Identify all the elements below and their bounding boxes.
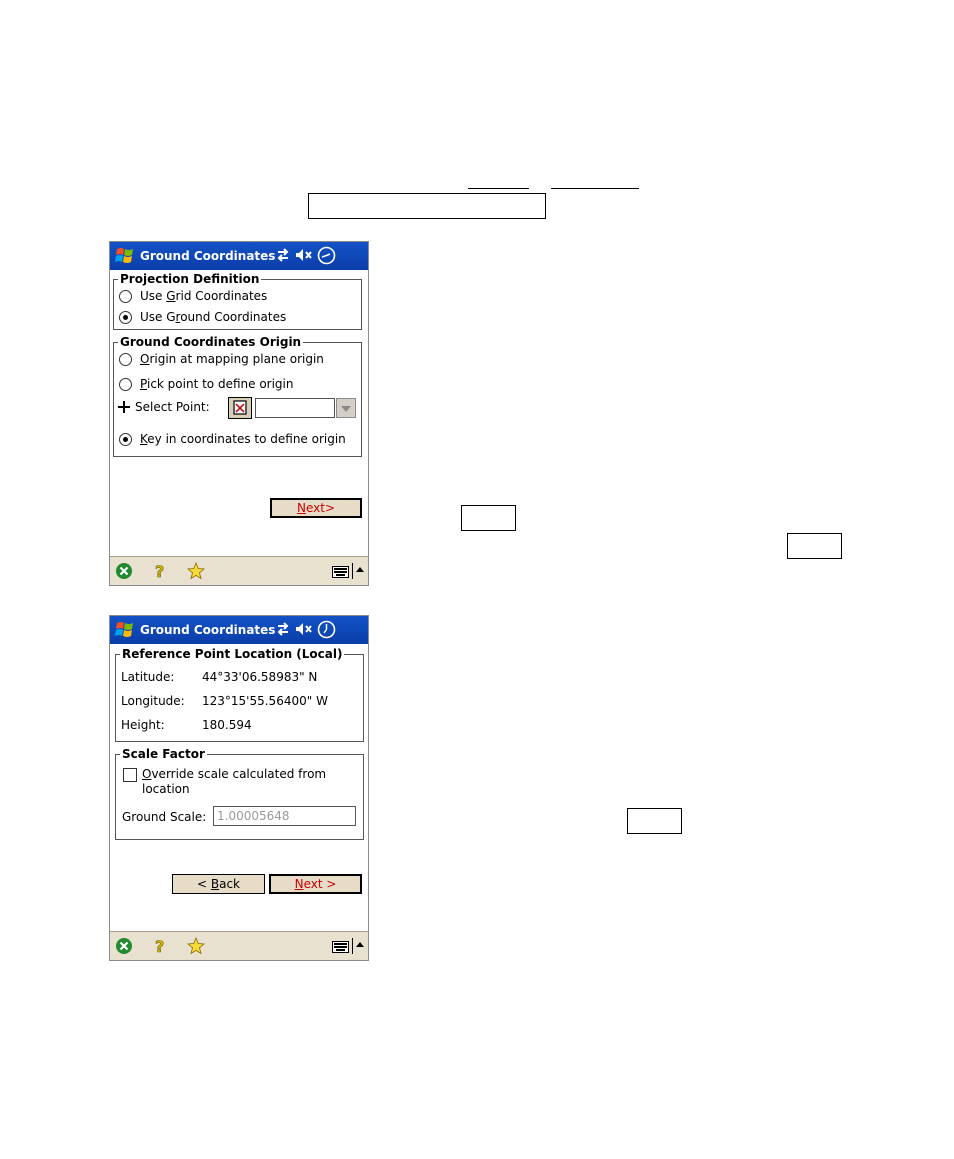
next-button[interactable]: Next> (270, 498, 362, 518)
page-underline-1 (468, 188, 529, 189)
pick-point-label[interactable]: Pick point to define origin (140, 377, 294, 391)
ground-scale-input[interactable]: 1.00005648 (213, 806, 356, 826)
next-button[interactable]: Next > (269, 874, 362, 894)
keyboard-separator (352, 563, 353, 579)
clock-icon[interactable] (317, 620, 336, 639)
longitude-value: 123°15'55.56400" W (202, 694, 328, 708)
form-body: Projection Definition Use Grid Coordinat… (110, 270, 368, 557)
map-select-button[interactable] (228, 397, 252, 419)
svg-text:?: ? (155, 562, 164, 580)
chevron-down-icon (341, 406, 351, 412)
ground-scale-label: Ground Scale: (122, 810, 207, 824)
title-bar: Ground Coordinates (110, 616, 368, 644)
origin-mapping-label[interactable]: Origin at mapping plane origin (140, 352, 324, 366)
ground-coordinates-origin-group: Ground Coordinates Origin Origin at mapp… (113, 335, 362, 457)
screen-ground-coordinates-projection: Ground Coordinates Projection Definition… (109, 241, 369, 586)
favorites-star-icon[interactable] (187, 937, 205, 955)
height-label: Height: (121, 718, 165, 732)
ground-coordinates-origin-legend: Ground Coordinates Origin (118, 335, 304, 349)
favorites-star-icon[interactable] (187, 562, 205, 580)
latitude-value: 44°33'06.58983" N (202, 670, 318, 684)
input-panel-up-icon[interactable] (356, 567, 364, 572)
back-button[interactable]: < Back (172, 874, 265, 894)
select-point-combo[interactable] (255, 398, 335, 418)
speaker-mute-icon[interactable] (295, 621, 313, 637)
height-value: 180.594 (202, 718, 252, 732)
override-scale-label-line2[interactable]: location (142, 782, 190, 796)
page-underline-2 (551, 188, 639, 189)
close-ok-icon[interactable] (115, 562, 133, 580)
keyboard-icon[interactable] (332, 938, 350, 956)
taskbar: ? (110, 931, 368, 960)
taskbar: ? (110, 556, 368, 585)
grid-coordinates-label[interactable]: Use Grid Coordinates (140, 289, 267, 303)
connectivity-icon[interactable] (276, 621, 290, 637)
svg-text:?: ? (155, 937, 164, 955)
override-scale-checkbox[interactable] (123, 768, 137, 782)
longitude-label: Longitude: (121, 694, 185, 708)
page-redacted-box-3 (787, 533, 842, 559)
origin-mapping-radio[interactable] (119, 353, 132, 366)
screen-ground-coordinates-reference: Ground Coordinates Reference Point Locat… (109, 615, 369, 961)
override-scale-label[interactable]: Override scale calculated from (142, 767, 326, 781)
page-redacted-box-1 (308, 193, 546, 219)
form-body: Reference Point Location (Local) Latitud… (110, 644, 368, 932)
close-ok-icon[interactable] (115, 937, 133, 955)
help-icon[interactable]: ? (151, 937, 169, 955)
speaker-mute-icon[interactable] (295, 247, 313, 263)
connectivity-icon[interactable] (276, 247, 290, 263)
scale-factor-group: Scale Factor Override scale calculated f… (115, 747, 364, 840)
map-select-icon (233, 400, 247, 415)
window-title: Ground Coordinates (140, 249, 276, 263)
window-title: Ground Coordinates (140, 623, 276, 637)
projection-definition-group: Projection Definition Use Grid Coordinat… (113, 272, 362, 330)
grid-coordinates-radio[interactable] (119, 290, 132, 303)
ground-coordinates-radio[interactable] (119, 311, 132, 324)
reference-point-group: Reference Point Location (Local) Latitud… (115, 647, 364, 742)
page-redacted-box-2 (461, 505, 516, 531)
pick-point-radio[interactable] (119, 378, 132, 391)
title-bar: Ground Coordinates (110, 242, 368, 270)
select-point-dropdown-button[interactable] (336, 398, 356, 418)
ground-coordinates-label[interactable]: Use Ground Coordinates (140, 310, 286, 324)
windows-start-icon[interactable] (114, 619, 136, 641)
keyboard-icon[interactable] (332, 563, 350, 581)
windows-start-icon[interactable] (114, 245, 136, 267)
key-in-coordinates-radio[interactable] (119, 433, 132, 446)
projection-definition-legend: Projection Definition (118, 272, 262, 286)
page-redacted-box-4 (627, 808, 682, 834)
keyboard-separator (352, 938, 353, 954)
plus-icon (118, 401, 130, 413)
clock-icon[interactable] (317, 246, 336, 265)
scale-factor-legend: Scale Factor (120, 747, 207, 761)
latitude-label: Latitude: (121, 670, 175, 684)
help-icon[interactable]: ? (151, 562, 169, 580)
input-panel-up-icon[interactable] (356, 942, 364, 947)
reference-point-legend: Reference Point Location (Local) (120, 647, 345, 661)
select-point-label: Select Point: (135, 400, 210, 414)
key-in-coordinates-label[interactable]: Key in coordinates to define origin (140, 432, 346, 446)
